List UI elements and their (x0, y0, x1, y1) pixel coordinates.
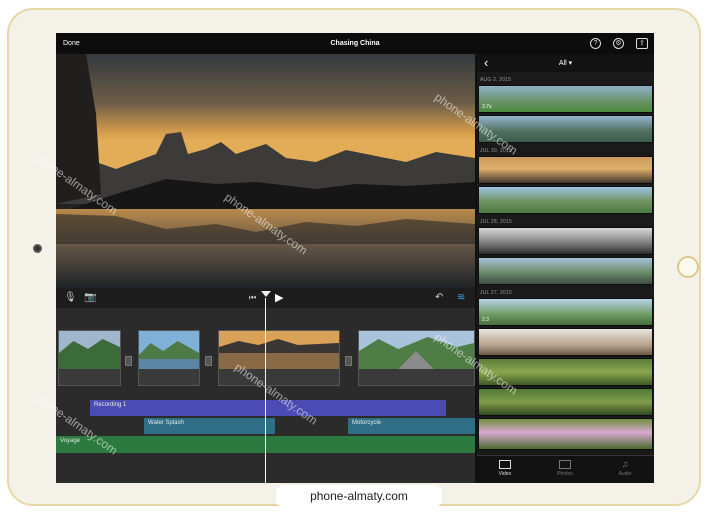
playhead-handle[interactable] (261, 291, 271, 297)
tab-photos[interactable]: Photos (545, 460, 585, 477)
media-clip[interactable] (478, 115, 653, 143)
video-clip[interactable] (358, 330, 475, 386)
section-date: JUL 30, 2015 (480, 148, 512, 154)
playhead[interactable] (265, 298, 266, 483)
front-camera (33, 244, 42, 253)
media-clip[interactable] (478, 156, 653, 184)
clip-thumbnail (359, 331, 474, 369)
media-tab-bar: Video Photos ♫ Audio (477, 455, 654, 483)
media-clip[interactable]: 2.3 (478, 298, 653, 326)
media-clip[interactable]: 3.7s (478, 85, 653, 113)
track-label: Water Splash (148, 420, 184, 426)
media-clip[interactable] (478, 328, 653, 356)
undo-icon[interactable]: ↶ (435, 292, 443, 304)
tab-video[interactable]: Video (485, 460, 525, 477)
media-clip[interactable] (478, 388, 653, 416)
section-date: JUL 27, 2015 (480, 290, 512, 296)
media-clip[interactable] (478, 418, 653, 450)
clip-thumbnail (139, 331, 199, 369)
imovie-screen: Done Chasing China ? ⚙ ⇪ 🎙 📷 ⏮ ▶ ↶ ≋ Rec… (56, 33, 654, 483)
music-note-icon: ♫ (621, 459, 629, 469)
media-browser: ‹ All ▾ AUG 2, 2015 3.7s JUL 30, 2015 JU… (477, 54, 654, 483)
duration-badge: 2.3 (482, 317, 489, 323)
site-caption: phone-almaty.com (276, 485, 442, 507)
skip-to-start-icon[interactable]: ⏮ (249, 292, 256, 304)
video-clip[interactable] (138, 330, 200, 386)
transition-marker[interactable] (205, 356, 212, 366)
camera-icon[interactable]: 📷 (84, 292, 96, 304)
waveform-icon[interactable]: ≋ (457, 292, 465, 304)
media-clip[interactable] (478, 257, 653, 285)
audio-track-recording[interactable]: Recording 1 (90, 400, 446, 416)
gear-icon[interactable]: ⚙ (613, 38, 624, 49)
browser-header: ‹ All ▾ (477, 54, 654, 72)
section-date: AUG 2, 2015 (480, 77, 512, 83)
film-icon (499, 460, 511, 469)
video-viewer[interactable] (56, 54, 475, 288)
top-bar: Done Chasing China ? ⚙ ⇪ (56, 33, 654, 54)
duration-badge: 3.7s (482, 104, 492, 110)
share-box-icon[interactable]: ⇪ (636, 38, 648, 49)
section-date: JUL 28, 2015 (480, 219, 512, 225)
play-icon[interactable]: ▶ (275, 292, 283, 304)
track-label: Motorcycle (352, 420, 382, 426)
video-clip[interactable] (58, 330, 121, 386)
home-button[interactable] (677, 256, 699, 278)
media-clip[interactable] (478, 358, 653, 386)
microphone-icon[interactable]: 🎙 (64, 292, 77, 304)
transition-marker[interactable] (345, 356, 352, 366)
video-clip[interactable] (218, 330, 340, 386)
photo-icon (559, 460, 571, 469)
track-label: Recording 1 (94, 402, 127, 408)
preview-frame (56, 54, 475, 288)
transition-marker[interactable] (125, 356, 132, 366)
filter-dropdown[interactable]: All ▾ (477, 59, 654, 67)
clip-thumbnail (219, 331, 339, 369)
audio-track-water-splash[interactable]: Water Splash (144, 418, 275, 434)
track-label: Voyage (60, 438, 81, 444)
project-title: Chasing China (330, 40, 380, 47)
media-clip[interactable] (478, 227, 653, 255)
clip-thumbnail (59, 331, 120, 369)
question-circle-icon[interactable]: ? (590, 38, 601, 49)
media-clip[interactable] (478, 186, 653, 214)
audio-track-motorcycle[interactable]: Motorcycle (348, 418, 475, 434)
tab-audio[interactable]: ♫ Audio (605, 459, 645, 478)
